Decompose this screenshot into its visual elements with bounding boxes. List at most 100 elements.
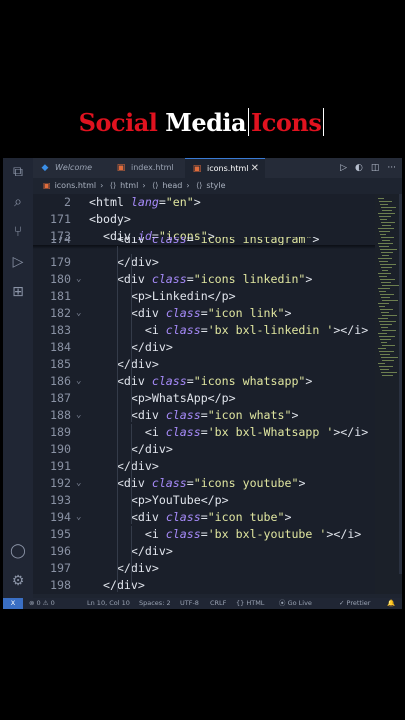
code-line[interactable]: 171 <body> [33,211,375,228]
fold-chevron-icon[interactable]: ⌄ [76,271,81,288]
code-line[interactable]: 2 <html lang="en"> [33,194,375,211]
minimap-line [380,324,392,325]
code-line[interactable]: 196 </div> [33,543,375,560]
code-text: </div> [116,561,159,575]
minimap-line [379,306,385,307]
go-live-button[interactable]: ⦿ Go Live [279,598,312,609]
account-icon[interactable]: ◯ [10,543,26,559]
minimap[interactable] [375,194,402,594]
encoding[interactable]: UTF-8 [180,598,199,609]
code-line[interactable]: 180 ⌄ <div class="icons linkedin"> [33,271,375,288]
code-area[interactable]: 2 <html lang="en"> 171 <body> 173 <div id="i… [33,194,375,594]
line-number: 183 [50,323,71,337]
breadcrumb-head[interactable]: head [162,181,182,190]
code-text: <i class='bx bxl-youtube '></i> [144,527,362,541]
title-word-media: Media [165,108,247,137]
minimap-line [382,315,397,316]
editor-tabs: ◆ Welcome ▣ index.html ▣ icons.html ✕ ▷ ◐… [33,158,402,178]
run-icon[interactable]: ▷ [340,163,347,173]
minimap-line [382,375,393,376]
code-line[interactable]: 174 <div class="icons instagram"> [33,237,375,245]
remote-indicator[interactable]: X [3,598,23,609]
minimap-line [381,252,393,253]
breadcrumb-file[interactable]: icons.html [55,181,97,190]
prettier-status[interactable]: ✓ Prettier [339,598,370,609]
title-word-social: Social [78,108,158,137]
minimap-line [382,255,389,256]
scrollbar-thumb[interactable] [399,194,402,574]
fold-chevron-icon[interactable]: ⌄ [76,305,81,322]
code-line[interactable]: 179 </div> [33,254,375,271]
tab-index-html[interactable]: ▣ index.html [109,158,185,178]
problems-count[interactable]: ⊗ 0 ⚠ 0 [29,598,55,609]
code-line[interactable]: 191 </div> [33,458,375,475]
tab-welcome[interactable]: ◆ Welcome [33,158,109,178]
line-number: 191 [50,459,71,473]
more-actions-icon[interactable]: ··· [387,163,396,173]
close-tab-icon[interactable]: ✕ [251,159,259,179]
minimap-line [380,279,395,280]
code-text: <p>WhatsApp</p> [130,391,236,405]
fold-chevron-icon[interactable]: ⌄ [76,407,81,424]
minimap-line [381,342,387,343]
minimap-line [380,369,389,370]
code-text: <div class="icon link"> [130,306,292,320]
line-number: 2 [64,195,71,209]
settings-gear-icon[interactable]: ⚙ [10,573,26,589]
minimap-line [379,216,391,217]
source-control-icon[interactable]: ⑂ [10,224,26,240]
run-debug-icon[interactable]: ▷ [10,254,26,270]
code-line[interactable]: 185 </div> [33,356,375,373]
code-line[interactable]: 193 <p>YouTube</p> [33,492,375,509]
code-line[interactable]: 181 <p>Linkedin</p> [33,288,375,305]
tab-label: index.html [131,163,174,172]
minimap-line [379,336,395,337]
code-line[interactable]: 184 </div> [33,339,375,356]
minimap-line [381,267,392,268]
code-line[interactable]: 197 </div> [33,560,375,577]
code-line[interactable]: 192 ⌄ <div class="icons youtube"> [33,475,375,492]
code-line[interactable]: 188 ⌄ <div class="icon whats"> [33,407,375,424]
search-icon[interactable]: ⌕ [10,194,26,210]
code-line[interactable]: 195 <i class='bx bxl-youtube '></i> [33,526,375,543]
breadcrumb-style[interactable]: style [206,181,225,190]
code-line[interactable]: 190 </div> [33,441,375,458]
code-line[interactable]: 187 <p>WhatsApp</p> [33,390,375,407]
code-line[interactable]: 198 </div> [33,577,375,594]
language-mode[interactable]: {} HTML [236,598,264,609]
cursor-position[interactable]: Ln 10, Col 10 [87,598,130,609]
chevron-right-icon: › [142,181,146,190]
fold-chevron-icon[interactable]: ⌄ [76,475,81,492]
minimap-line [378,318,388,319]
code-line[interactable]: 194 ⌄ <div class="icon tube"> [33,509,375,526]
code-text: <div class="icons whatsapp"> [116,374,313,388]
minimap-line [379,276,387,277]
code-line[interactable]: 186 ⌄ <div class="icons whatsapp"> [33,373,375,390]
fold-chevron-icon[interactable]: ⌄ [76,373,81,390]
text-cursor-end [323,108,325,136]
line-number: 179 [50,255,71,269]
sticky-scroll-shadow [33,245,375,249]
notifications-bell-icon[interactable]: 🔔 [387,598,395,609]
code-line[interactable]: 182 ⌄ <div class="icon link"> [33,305,375,322]
open-changes-icon[interactable]: ◐ [355,163,363,173]
code-editor-window: ⧉ ⌕ ⑂ ▷ ⊞ ◯ ⚙ ◆ Welcome ▣ index.html ▣ i… [3,158,402,609]
extensions-icon[interactable]: ⊞ [10,284,26,300]
tab-icons-html[interactable]: ▣ icons.html ✕ [185,158,265,178]
code-line[interactable]: 189 <i class='bx bxl-Whatsapp '></i> [33,424,375,441]
minimap-line [378,348,386,349]
minimap-line [382,360,394,361]
line-number: 182 [50,306,71,320]
text-cursor [248,108,250,136]
code-line[interactable]: 183 <i class='bx bxl-linkedin '></i> [33,322,375,339]
split-editor-icon[interactable]: ◫ [371,163,380,173]
indentation[interactable]: Spaces: 2 [139,598,171,609]
fold-chevron-icon[interactable]: ⌄ [76,509,81,526]
explorer-files-icon[interactable]: ⧉ [10,164,26,180]
line-number: 196 [50,544,71,558]
minimap-line [379,261,388,262]
minimap-line [379,291,386,292]
minimap-line [378,243,393,244]
line-ending[interactable]: CRLF [210,598,226,609]
breadcrumb-html[interactable]: html [120,181,138,190]
